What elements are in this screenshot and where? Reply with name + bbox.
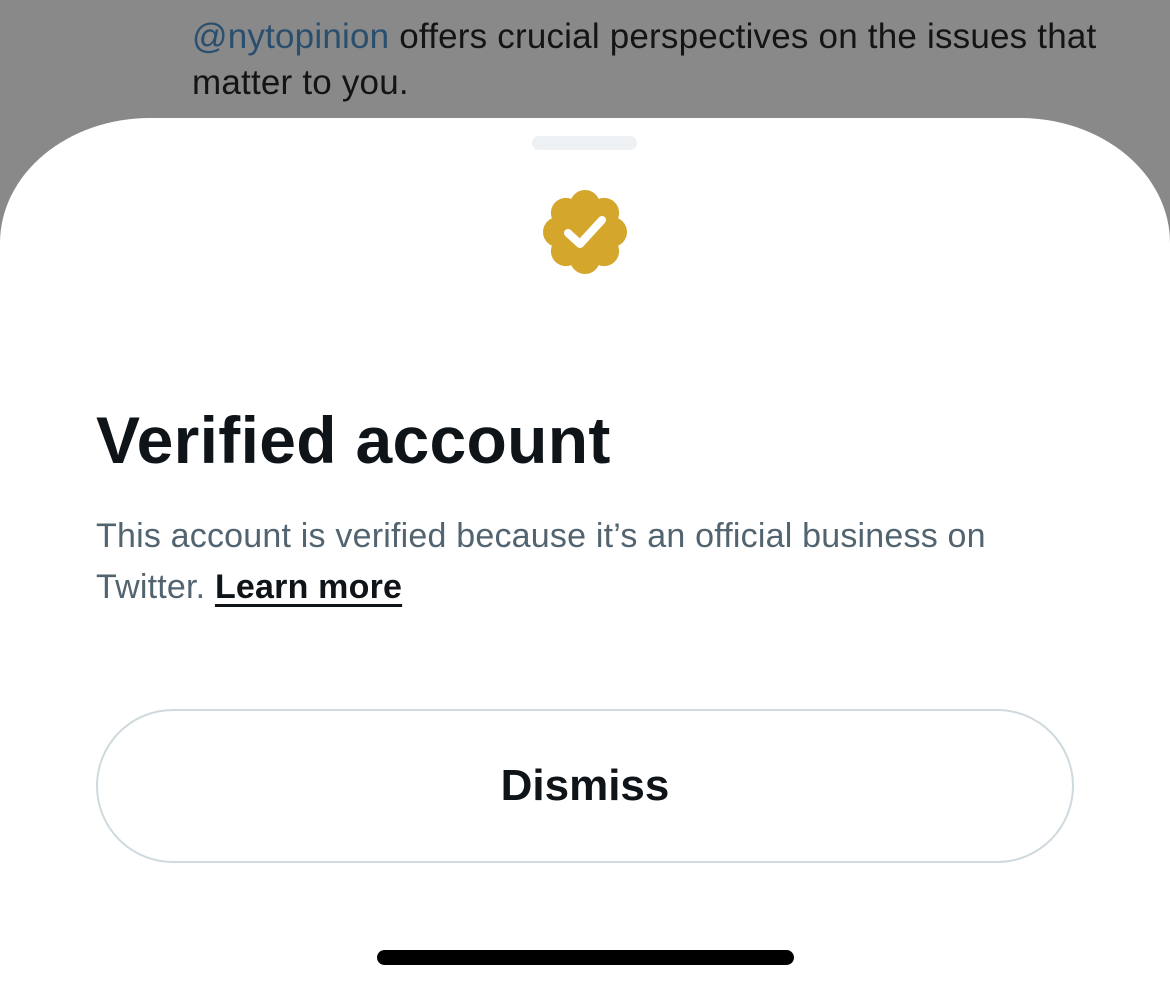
bottom-sheet: Verified account This account is verifie… xyxy=(0,118,1170,990)
dismiss-button[interactable]: Dismiss xyxy=(96,709,1074,863)
sheet-grabber-handle[interactable] xyxy=(532,136,637,150)
learn-more-link[interactable]: Learn more xyxy=(215,568,402,606)
background-tweet-text: @nytopinion offers crucial perspectives … xyxy=(192,14,1142,106)
screen: @nytopinion offers crucial perspectives … xyxy=(0,0,1170,990)
verified-badge-icon xyxy=(543,190,627,274)
sheet-description: This account is verified because it’s an… xyxy=(96,511,1086,613)
sheet-title: Verified account xyxy=(96,403,611,477)
mention-link[interactable]: @nytopinion xyxy=(192,17,389,56)
home-indicator xyxy=(377,950,794,965)
